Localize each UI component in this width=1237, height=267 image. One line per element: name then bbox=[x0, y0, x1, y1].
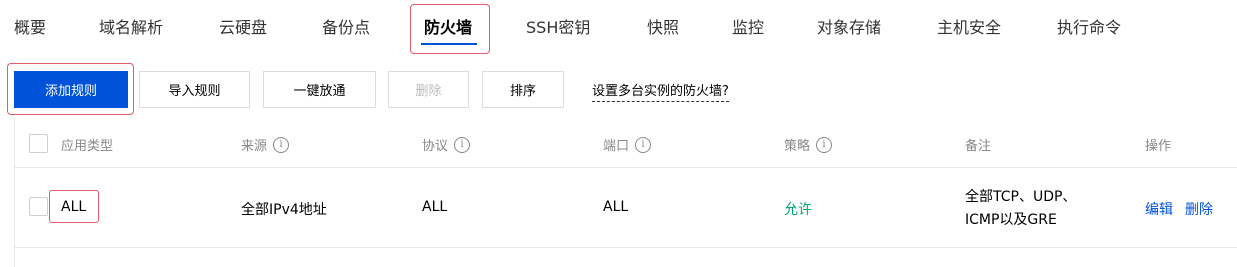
cell-source: 全部IPv4地址 bbox=[241, 202, 327, 218]
header-protocol: 协议 i bbox=[422, 135, 471, 154]
header-policy: 策略 i bbox=[784, 135, 833, 154]
firewall-rules-table: 应用类型 来源 i 协议 i 端口 i 策略 i 备注 操作 ALL 全部IPv… bbox=[14, 118, 1237, 267]
tab-ssh-key[interactable]: SSH密钥 bbox=[526, 14, 590, 38]
tab-cloud-disk[interactable]: 云硬盘 bbox=[219, 14, 267, 38]
tab-object-storage[interactable]: 对象存储 bbox=[817, 14, 881, 38]
header-port: 端口 i bbox=[603, 135, 652, 154]
cell-policy: 允许 bbox=[784, 202, 812, 218]
tab-snapshot[interactable]: 快照 bbox=[647, 14, 679, 38]
source-info-icon[interactable]: i bbox=[273, 136, 290, 153]
header-remark: 备注 bbox=[965, 139, 992, 154]
cell-port: ALL bbox=[603, 199, 629, 215]
tab-dns[interactable]: 域名解析 bbox=[99, 14, 163, 38]
table-header: 应用类型 来源 i 协议 i 端口 i 策略 i 备注 操作 bbox=[15, 118, 1237, 168]
header-source: 来源 i bbox=[241, 135, 290, 154]
tab-monitor[interactable]: 监控 bbox=[732, 14, 764, 38]
table-row: ALL 全部IPv4地址 ALL ALL 允许 全部TCP、UDP、 ICMP以… bbox=[15, 168, 1237, 248]
tab-backup[interactable]: 备份点 bbox=[322, 14, 370, 38]
add-rule-button[interactable]: 添加规则 bbox=[14, 71, 128, 108]
edit-link[interactable]: 编辑 bbox=[1145, 199, 1173, 219]
cell-protocol: ALL bbox=[422, 199, 448, 215]
select-all-checkbox[interactable] bbox=[29, 134, 48, 153]
allow-all-button[interactable]: 一键放通 bbox=[263, 71, 376, 108]
tab-firewall[interactable]: 防火墙 bbox=[424, 14, 472, 38]
header-app-type: 应用类型 bbox=[61, 139, 114, 154]
tab-overview[interactable]: 概要 bbox=[14, 14, 46, 38]
tab-host-security[interactable]: 主机安全 bbox=[937, 14, 1001, 38]
port-info-icon[interactable]: i bbox=[635, 136, 652, 153]
active-tab-underline bbox=[421, 43, 477, 45]
import-rules-button[interactable]: 导入规则 bbox=[139, 71, 250, 108]
cell-remark-line1: 全部TCP、UDP、 bbox=[965, 189, 1077, 205]
policy-info-icon[interactable]: i bbox=[816, 136, 833, 153]
delete-button[interactable]: 删除 bbox=[388, 71, 469, 108]
protocol-info-icon[interactable]: i bbox=[454, 136, 471, 153]
tab-run-command[interactable]: 执行命令 bbox=[1057, 14, 1121, 38]
tab-bar: 概要 域名解析 云硬盘 备份点 防火墙 SSH密钥 快照 监控 对象存储 主机安… bbox=[0, 0, 1237, 54]
row-checkbox[interactable] bbox=[29, 197, 48, 216]
row-delete-link[interactable]: 删除 bbox=[1185, 199, 1213, 219]
cell-app-type: ALL bbox=[61, 199, 87, 215]
sort-button[interactable]: 排序 bbox=[482, 71, 564, 108]
cell-remark-line2: ICMP以及GRE bbox=[965, 212, 1057, 228]
header-actions: 操作 bbox=[1145, 139, 1172, 154]
multi-instance-firewall-link[interactable]: 设置多台实例的防火墙? bbox=[592, 80, 729, 102]
